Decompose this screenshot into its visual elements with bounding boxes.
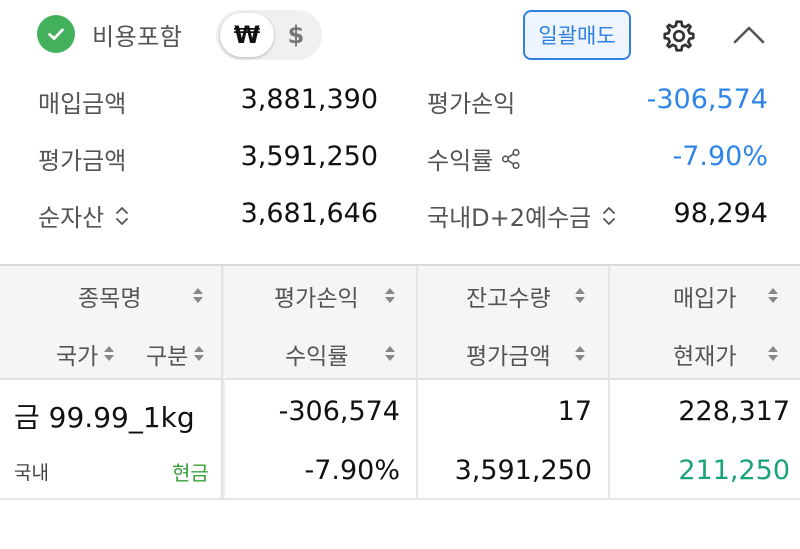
- row-eval-amount: 3,591,250: [454, 455, 592, 486]
- top-bar: 비용포함 ₩ $ 일괄매도: [0, 0, 800, 72]
- purchase-amount-label: 매입금액: [38, 90, 127, 118]
- net-assets-label[interactable]: 순자산: [38, 198, 132, 233]
- currency-usd-option[interactable]: $: [276, 13, 316, 57]
- sort-icon[interactable]: [385, 346, 396, 362]
- sort-icon[interactable]: [194, 346, 205, 362]
- stock-country: 국내: [14, 462, 49, 484]
- row-divider: [0, 498, 800, 500]
- share-icon[interactable]: [501, 148, 521, 170]
- sort-header-return-rate[interactable]: 수익률: [285, 337, 396, 371]
- eval-amount-label: 평가금액: [38, 147, 127, 175]
- row-current-price: 211,250: [678, 455, 790, 486]
- expand-toggle-icon[interactable]: [112, 205, 132, 227]
- sort-icon[interactable]: [384, 288, 395, 304]
- row-quantity: 17: [557, 396, 592, 427]
- net-assets-value: 3,681,646: [240, 198, 378, 229]
- row-purchase-price: 228,317: [678, 396, 790, 427]
- eval-pl-value: -306,574: [646, 84, 768, 115]
- column-divider: [608, 266, 610, 500]
- row-eval-pl: -306,574: [278, 396, 400, 427]
- sort-icon[interactable]: [193, 288, 204, 304]
- return-rate-value: -7.90%: [672, 141, 768, 172]
- check-circle-icon[interactable]: [37, 15, 75, 53]
- currency-krw-option[interactable]: ₩: [220, 13, 274, 57]
- sort-header-eval-amount[interactable]: 평가금액: [466, 337, 585, 371]
- stock-type: 현금: [172, 461, 209, 485]
- deposit-label[interactable]: 국내D+2예수금: [427, 198, 619, 233]
- sort-icon[interactable]: [104, 346, 115, 362]
- sort-header-eval-pl[interactable]: 평가손익: [274, 279, 395, 313]
- sort-icon[interactable]: [768, 346, 779, 362]
- gear-icon[interactable]: [661, 18, 697, 54]
- sort-header-type[interactable]: 구분: [146, 337, 205, 371]
- deposit-value: 98,294: [673, 198, 768, 229]
- sort-icon[interactable]: [574, 346, 585, 362]
- sort-header-quantity[interactable]: 잔고수량: [466, 279, 585, 313]
- purchase-amount-value: 3,881,390: [240, 84, 378, 115]
- sort-icon[interactable]: [574, 288, 585, 304]
- include-fees-label[interactable]: 비용포함: [92, 17, 182, 52]
- bulk-sell-button[interactable]: 일괄매도: [523, 10, 631, 60]
- eval-pl-label: 평가손익: [427, 90, 516, 118]
- sort-icon[interactable]: [768, 288, 779, 304]
- sort-header-purchase-price[interactable]: 매입가: [673, 279, 779, 313]
- sort-header-name[interactable]: 종목명: [78, 279, 204, 313]
- return-rate-label[interactable]: 수익률: [427, 141, 521, 176]
- sort-header-country[interactable]: 국가: [56, 337, 115, 371]
- expand-toggle-icon[interactable]: [599, 205, 619, 227]
- eval-amount-value: 3,591,250: [240, 141, 378, 172]
- column-divider: [416, 266, 418, 500]
- chevron-up-icon[interactable]: [731, 22, 767, 48]
- row-return-rate: -7.90%: [304, 455, 400, 486]
- sort-header-current-price[interactable]: 현재가: [673, 337, 779, 371]
- column-divider: [221, 266, 225, 500]
- stock-name[interactable]: 금 99.99_1kg: [14, 396, 195, 436]
